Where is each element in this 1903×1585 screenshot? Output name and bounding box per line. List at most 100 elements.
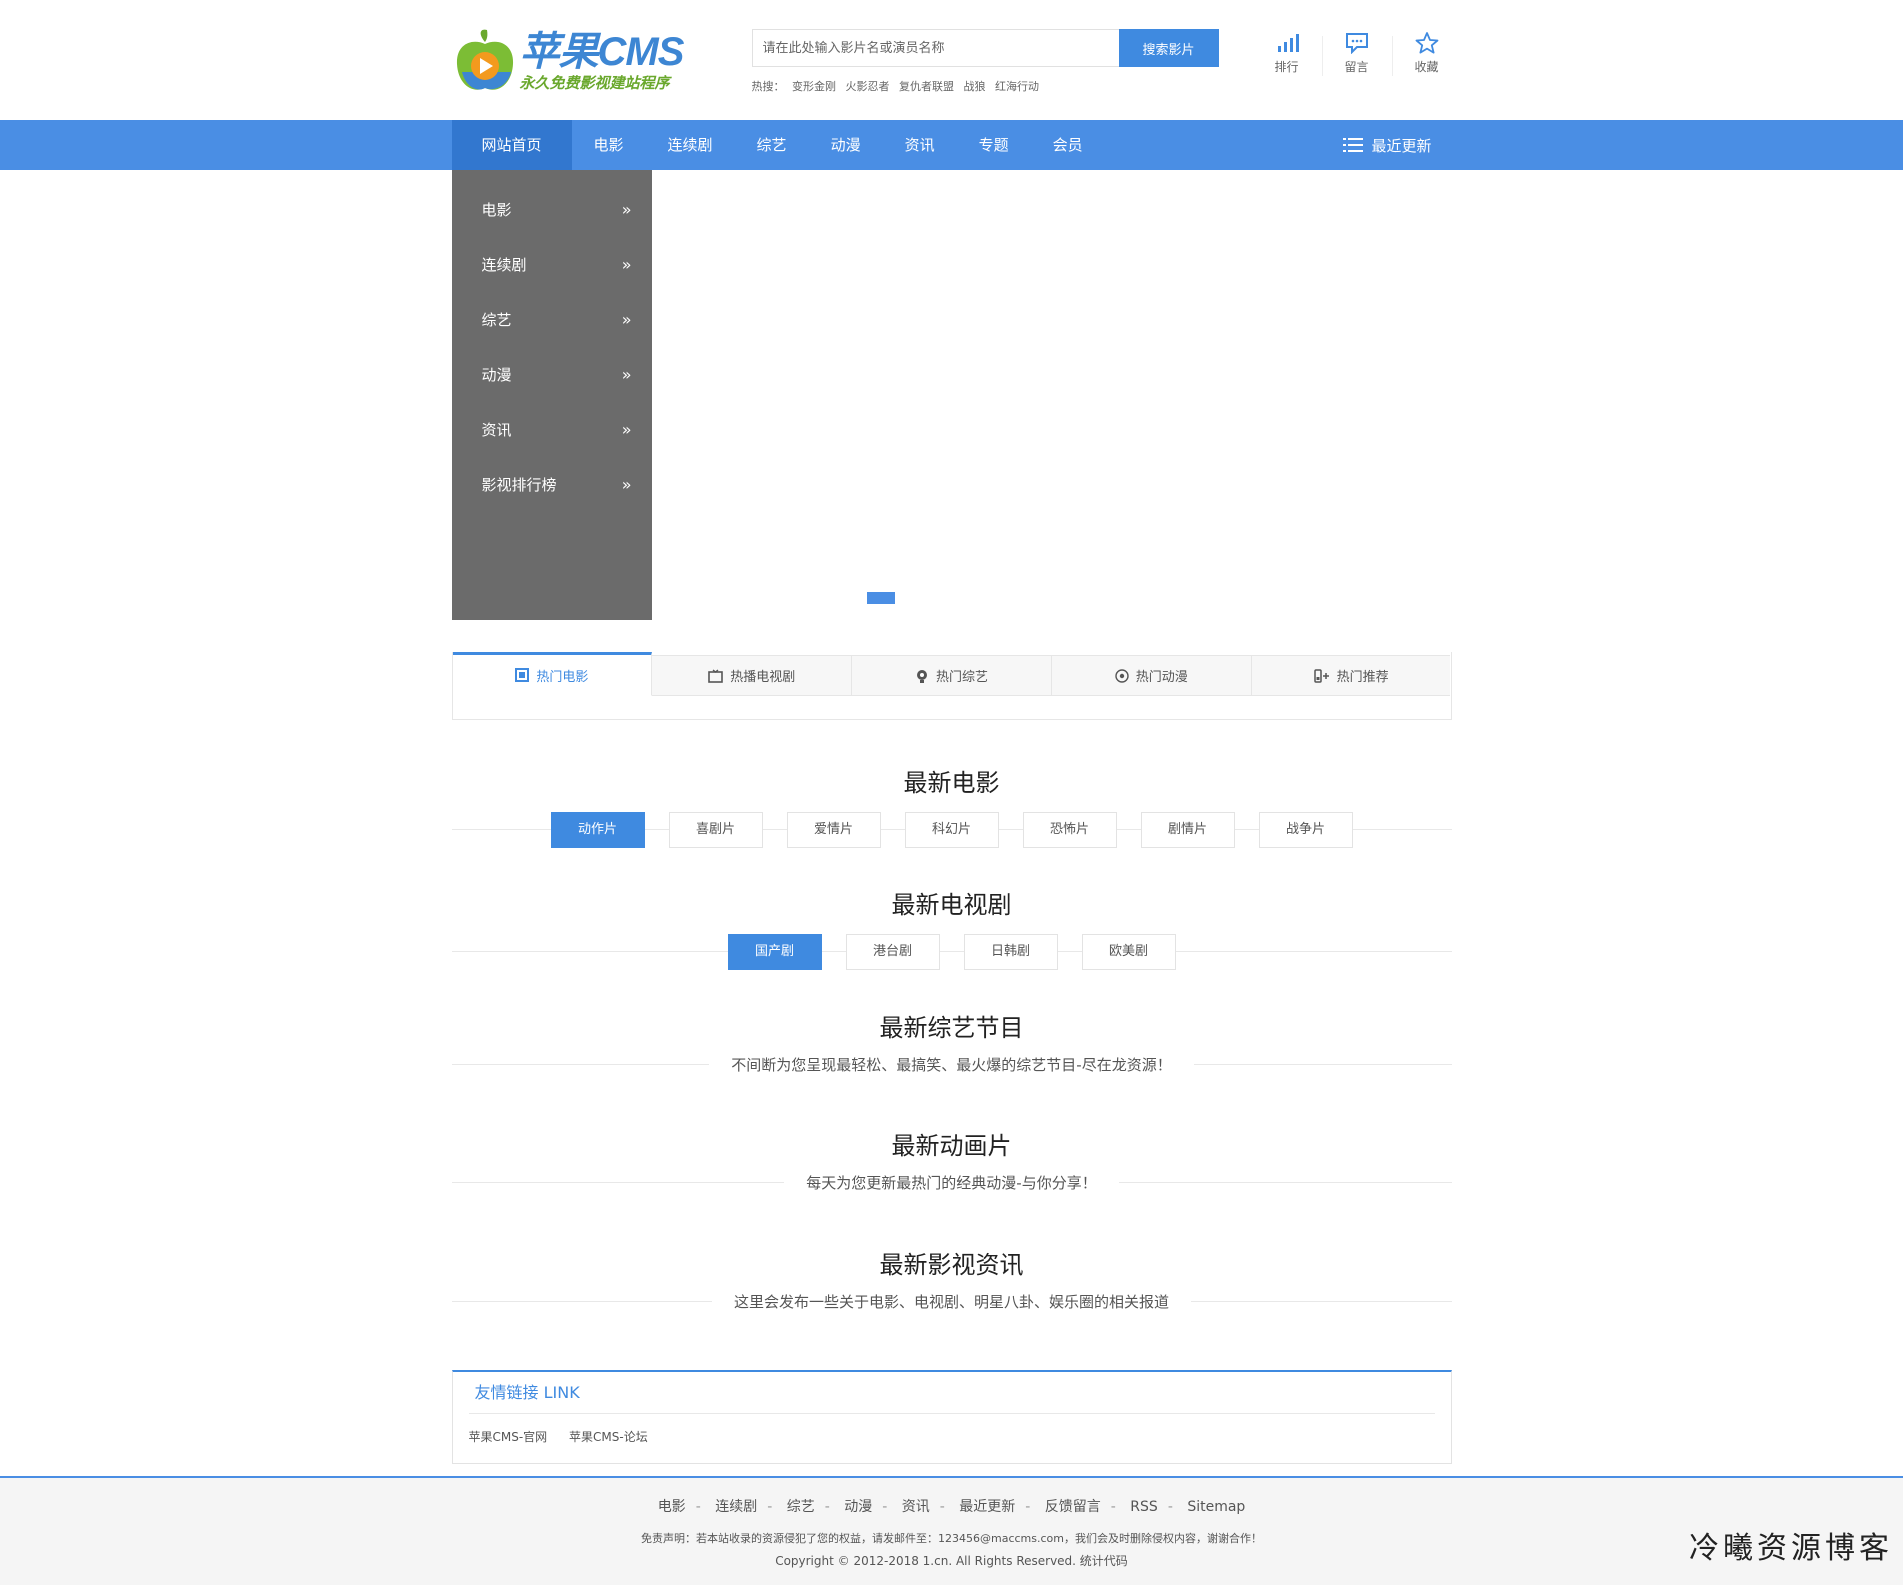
tab-hot-tv[interactable]: 热播电视剧: [652, 655, 853, 696]
nav-item-movies[interactable]: 电影: [572, 120, 646, 170]
site-footer: 电影 - 连续剧 - 综艺 - 动漫 - 资讯 - 最近更新 - 反馈留言 - RSS - Si…: [0, 1476, 1903, 1585]
variety-icon: [916, 669, 927, 683]
footer-link[interactable]: 动漫: [844, 1499, 872, 1515]
search-bar: 搜索影片: [751, 29, 1219, 67]
cat-button-war[interactable]: 战争片: [1258, 812, 1353, 848]
side-item-label: 连续剧: [481, 256, 527, 274]
hot-search-link[interactable]: 复仇者联盟: [899, 80, 954, 93]
message-icon: [1345, 33, 1368, 54]
side-item-anime[interactable]: 动漫 »: [452, 347, 652, 402]
section-title: 最新电影: [903, 769, 1000, 797]
section-title: 最新综艺节目: [879, 1014, 1024, 1042]
footer-link[interactable]: 资讯: [902, 1499, 930, 1515]
footer-copyright: Copyright © 2012-2018 1.cn. All Rights R…: [775, 1554, 1128, 1568]
list-icon: [1343, 138, 1364, 152]
hot-search-link[interactable]: 火影忍者: [846, 80, 890, 93]
watermark: 冷曦资源博客: [1689, 1531, 1893, 1566]
footer-separator: -: [939, 1499, 945, 1515]
search-input[interactable]: [751, 29, 1119, 67]
footer-link[interactable]: RSS: [1130, 1499, 1158, 1515]
film-icon: [515, 668, 530, 682]
friend-link[interactable]: 苹果CMS-官网: [469, 1430, 548, 1444]
hot-searches: 热搜： 变形金刚 火影忍者 复仇者联盟 战狼 红海行动: [752, 78, 1046, 94]
footer-link[interactable]: 反馈留言: [1045, 1499, 1101, 1515]
side-item-series[interactable]: 连续剧 »: [452, 237, 652, 292]
site-logo[interactable]: 苹果CMS 永久免费影视建站程序: [452, 22, 692, 97]
cat-button-hk-tw[interactable]: 港台剧: [845, 934, 940, 970]
cat-button-jp-kr[interactable]: 日韩剧: [963, 934, 1058, 970]
side-item-ranking[interactable]: 影视排行榜 »: [452, 457, 652, 512]
recent-updates-link[interactable]: 最近更新: [1343, 120, 1451, 170]
recent-updates-label: 最近更新: [1371, 136, 1432, 155]
chevron-double-right-icon: »: [621, 255, 632, 274]
message-tool[interactable]: 留言: [1321, 32, 1392, 76]
hot-search-link[interactable]: 变形金刚: [792, 80, 836, 93]
tab-hot-movies[interactable]: 热门电影: [452, 652, 653, 696]
main-nav: 网站首页 电影 连续剧 综艺 动漫 资讯 专题 会员 最近更新: [0, 120, 1903, 170]
footer-link[interactable]: 电影: [658, 1499, 686, 1515]
friend-link[interactable]: 苹果CMS-论坛: [569, 1430, 648, 1444]
hot-searches-label: 热搜：: [751, 80, 785, 93]
tab-hot-recommend[interactable]: 热门推荐: [1251, 655, 1451, 696]
cat-button-comedy[interactable]: 喜剧片: [668, 812, 763, 848]
star-icon: [1415, 32, 1438, 54]
side-item-label: 动漫: [481, 366, 512, 384]
side-item-variety[interactable]: 综艺 »: [452, 292, 652, 347]
latest-anime-section: 最新动画片 每天为您更新最热门的经典动漫-与你分享！: [451, 1131, 1452, 1201]
side-item-movies[interactable]: 电影 »: [452, 182, 652, 237]
chevron-double-right-icon: »: [621, 310, 632, 329]
side-item-news[interactable]: 资讯 »: [452, 402, 652, 457]
tab-hot-variety[interactable]: 热门综艺: [852, 655, 1052, 696]
slider-dot[interactable]: [866, 592, 895, 604]
hot-search-link[interactable]: 红海行动: [995, 80, 1039, 93]
footer-link[interactable]: Sitemap: [1187, 1499, 1245, 1515]
footer-link[interactable]: 最近更新: [959, 1499, 1015, 1515]
footer-separator: -: [1025, 1499, 1031, 1515]
apple-logo-icon: [456, 29, 513, 90]
side-item-label: 电影: [481, 201, 512, 219]
footer-nav: 电影 - 连续剧 - 综艺 - 动漫 - 资讯 - 最近更新 - 反馈留言 - RSS - Si…: [0, 1496, 1903, 1516]
section-title: 最新动画片: [891, 1132, 1012, 1160]
hot-search-link[interactable]: 战狼: [964, 80, 986, 93]
footer-disclaimer: 免责声明：若本站收录的资源侵犯了您的权益，请发邮件至：123456@maccms…: [641, 1532, 1262, 1545]
footer-separator: -: [824, 1499, 830, 1515]
nav-item-variety[interactable]: 综艺: [735, 120, 809, 170]
hot-tabs: 热门电影 热播电视剧 热门综艺 热门动漫 热门推荐: [451, 652, 1452, 720]
cat-button-horror[interactable]: 恐怖片: [1022, 812, 1117, 848]
cat-button-action[interactable]: 动作片: [550, 812, 645, 848]
latest-news-section: 最新影视资讯 这里会发布一些关于电影、电视剧、明星八卦、娱乐圈的相关报道: [451, 1250, 1452, 1320]
section-title: 最新电视剧: [891, 891, 1012, 919]
favorite-tool[interactable]: 收藏: [1391, 32, 1462, 76]
logo-subtitle: 永久免费影视建站程序: [519, 74, 670, 92]
nav-item-news[interactable]: 资讯: [883, 120, 957, 170]
side-item-label: 综艺: [481, 311, 512, 329]
chevron-double-right-icon: »: [621, 365, 632, 384]
recommend-icon: [1313, 668, 1329, 683]
cat-button-western[interactable]: 欧美剧: [1081, 934, 1176, 970]
nav-item-member[interactable]: 会员: [1031, 120, 1105, 170]
cat-button-romance[interactable]: 爱情片: [786, 812, 881, 848]
nav-item-home[interactable]: 网站首页: [451, 120, 572, 170]
section-description: 不间断为您呈现最轻松、最搞笑、最火爆的综艺节目-尽在龙资源！: [709, 1047, 1194, 1083]
header-tools: 排行 留言 收藏: [1252, 32, 1462, 76]
tab-hot-anime[interactable]: 热门动漫: [1051, 655, 1252, 696]
footer-link[interactable]: 综艺: [787, 1499, 815, 1515]
tab-label: 热门综艺: [935, 670, 988, 685]
tv-icon: [708, 668, 723, 683]
cat-button-domestic[interactable]: 国产剧: [727, 934, 822, 970]
cat-button-drama[interactable]: 剧情片: [1140, 812, 1235, 848]
side-item-label: 影视排行榜: [481, 476, 557, 494]
chevron-double-right-icon: »: [621, 420, 632, 439]
latest-tv-section: 最新电视剧 国产剧 港台剧 日韩剧 欧美剧: [451, 890, 1452, 970]
banner: 电影 » 连续剧 » 综艺 » 动漫 » 资讯 » 影视排行榜 »: [451, 170, 1452, 620]
cat-button-scifi[interactable]: 科幻片: [904, 812, 999, 848]
ranking-icon: [1277, 34, 1299, 52]
tab-label: 热门推荐: [1336, 670, 1389, 685]
nav-item-series[interactable]: 连续剧: [646, 120, 735, 170]
search-button[interactable]: 搜索影片: [1118, 29, 1219, 67]
nav-item-topics[interactable]: 专题: [957, 120, 1031, 170]
nav-item-anime[interactable]: 动漫: [809, 120, 883, 170]
footer-link[interactable]: 连续剧: [715, 1499, 757, 1515]
ranking-tool[interactable]: 排行: [1252, 32, 1322, 75]
footer-separator: -: [1110, 1499, 1116, 1515]
